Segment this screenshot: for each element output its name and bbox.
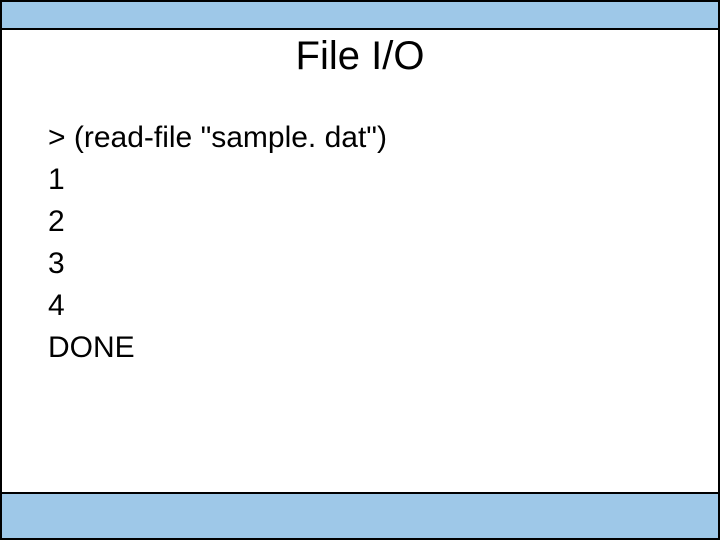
output-line: 1 bbox=[48, 159, 678, 201]
top-band bbox=[2, 2, 718, 30]
output-line: 2 bbox=[48, 201, 678, 243]
slide-title: File I/O bbox=[2, 34, 718, 79]
repl-prompt-line: > (read-file "sample. dat") bbox=[48, 117, 678, 159]
output-line: 4 bbox=[48, 285, 678, 327]
slide-body: > (read-file "sample. dat") 1 2 3 4 DONE bbox=[48, 117, 678, 369]
bottom-band bbox=[2, 492, 718, 538]
output-line: DONE bbox=[48, 327, 678, 369]
output-line: 3 bbox=[48, 243, 678, 285]
slide: File I/O > (read-file "sample. dat") 1 2… bbox=[0, 0, 720, 540]
